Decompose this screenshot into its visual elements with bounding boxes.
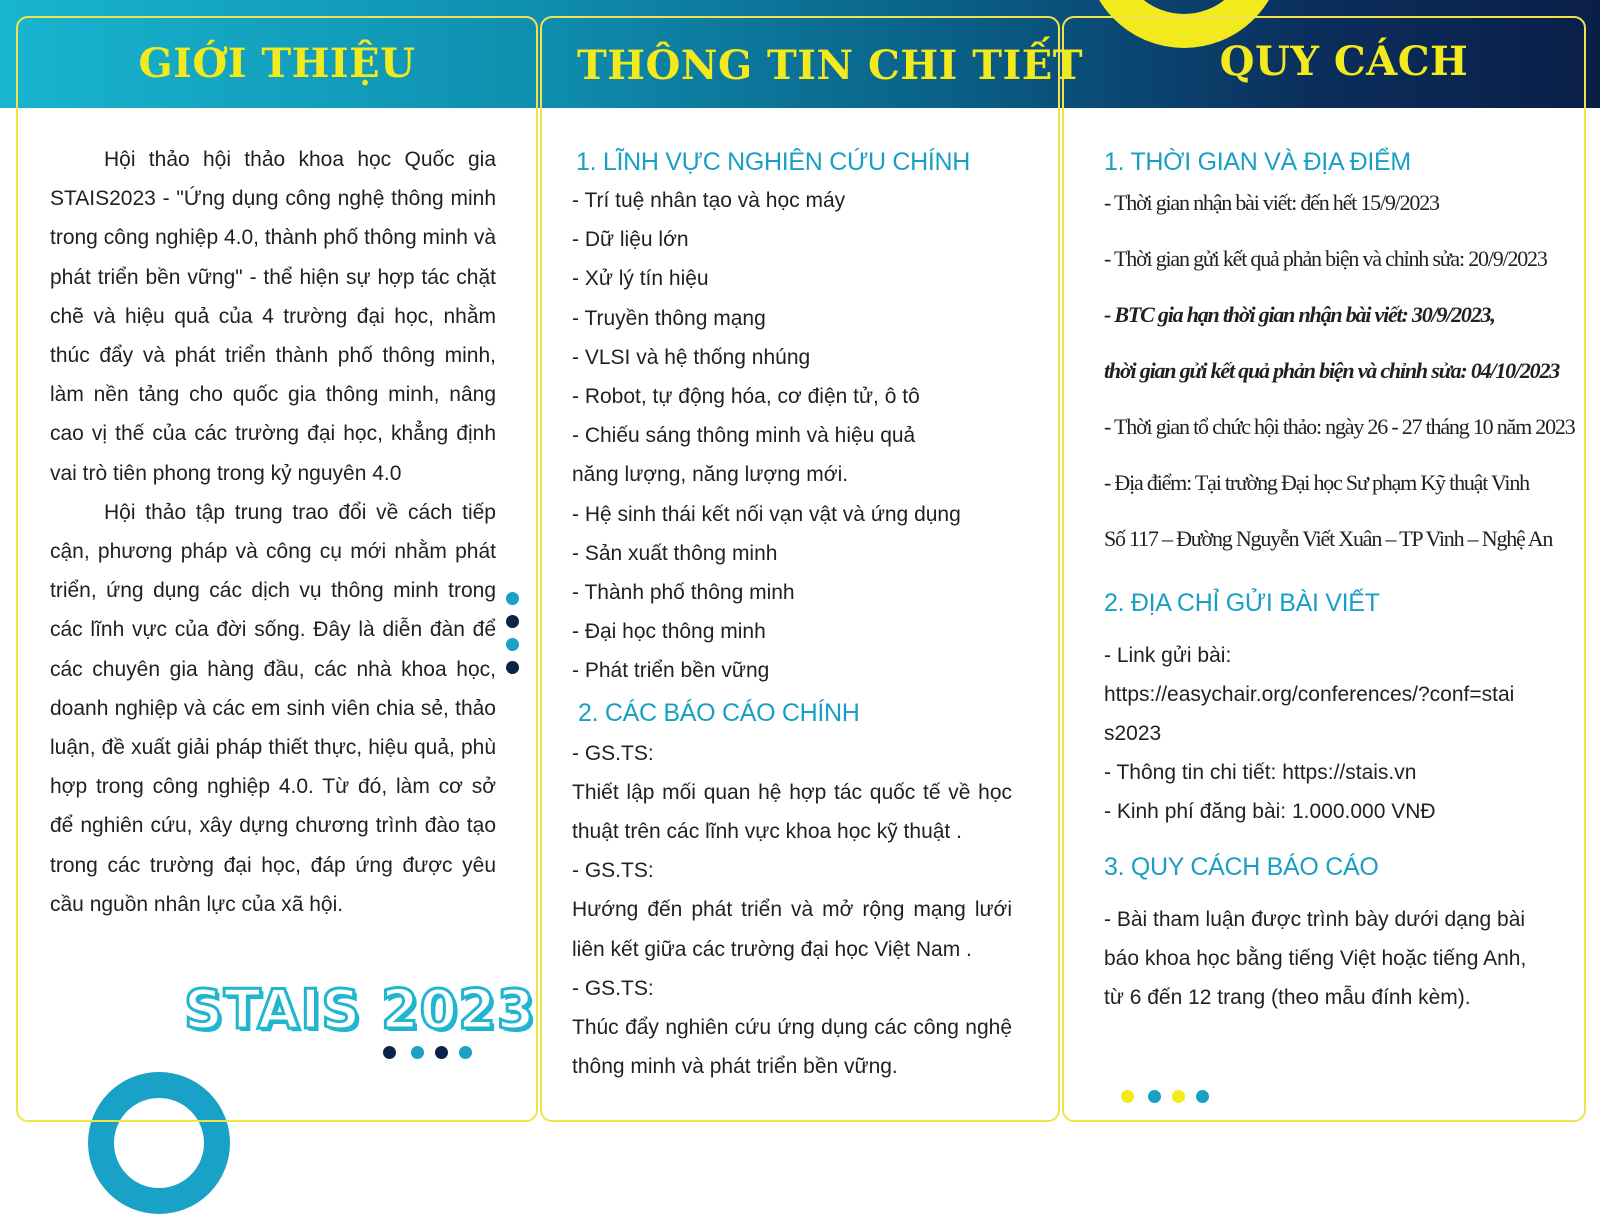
reports-list: - GS.TS: Thiết lập mối quan hệ hợp tác qu… xyxy=(572,734,1012,1087)
research-field-item: - Sản xuất thông minh xyxy=(572,541,778,565)
specs-title: QUY CÁCH xyxy=(1219,38,1469,85)
specs-panel: QUY CÁCH 1. THỜI GIAN VÀ ĐỊA ĐIỂM - Thời… xyxy=(1062,16,1586,1122)
details-body: 1. LĨNH VỰC NGHIÊN CỨU CHÍNH - Trí tuệ n… xyxy=(572,148,1012,1086)
intro-body: Hội thảo hội thảo khoa học Quốc gia STAI… xyxy=(50,140,496,924)
research-field-item: - Thành phố thông minh xyxy=(572,581,795,605)
details-panel: THÔNG TIN CHI TIẾT 1. LĨNH VỰC NGHIÊN CỨ… xyxy=(540,16,1083,1122)
research-field-item: - Dữ liệu lớn xyxy=(572,228,689,252)
decorative-dot xyxy=(1121,1090,1134,1103)
schedule-list: - Thời gian nhận bài viết: đến hết 15/9/… xyxy=(1104,175,1554,287)
section-heading: 1. LĨNH VỰC NGHIÊN CỨU CHÍNH xyxy=(576,148,971,176)
venue: - Địa điểm: Tại trường Đại học Sư phạm K… xyxy=(1104,470,1530,495)
research-field-item: - Truyền thông mạng xyxy=(572,306,766,330)
section-heading: 2. ĐỊA CHỈ GỬI BÀI VIẾT xyxy=(1104,589,1380,617)
submit-link[interactable]: https://easychair.org/conferences/?conf=… xyxy=(1104,675,1554,714)
submit-label: - Link gửi bài: xyxy=(1104,644,1232,667)
report-speaker: - GS.TS: xyxy=(572,741,654,765)
extension-notice: - BTC gia hạn thời gian nhận bài viết: 3… xyxy=(1104,302,1496,327)
report-speaker: - GS.TS: xyxy=(572,976,654,1000)
specs-body: 1. THỜI GIAN VÀ ĐỊA ĐIỂM - Thời gian nhậ… xyxy=(1104,148,1576,1017)
research-fields-list: - Trí tuệ nhân tạo và học máy - Dữ liệu l… xyxy=(572,181,1012,691)
report-speaker: - GS.TS: xyxy=(572,859,654,883)
section-heading: 3. QUY CÁCH BÁO CÁO xyxy=(1104,853,1379,881)
decorative-dot xyxy=(506,615,519,628)
format-text: - Bài tham luận được trình bày dưới dạng… xyxy=(1104,908,1527,1009)
research-field-item: - Xử lý tín hiệu xyxy=(572,267,709,291)
research-field-item: - Đại học thông minh xyxy=(572,620,766,644)
info-link[interactable]: - Thông tin chi tiết: https://stais.vn xyxy=(1104,753,1554,792)
research-field-item: - Chiếu sáng thông minh và hiệu quả xyxy=(572,424,916,448)
decorative-dot xyxy=(506,592,519,605)
decorative-dot xyxy=(506,661,519,674)
research-field-item: - Trí tuệ nhân tạo và học máy xyxy=(572,189,846,212)
research-field-item: - Hệ sinh thái kết nối vạn vật và ứng dụ… xyxy=(572,502,961,526)
stais-logo: STAIS 2023 xyxy=(182,977,536,1043)
decorative-dot xyxy=(1196,1090,1209,1103)
fee-text: - Kinh phí đăng bài: 1.000.000 VNĐ xyxy=(1104,800,1436,823)
decorative-dot xyxy=(435,1046,448,1059)
intro-title: GIỚI THIỆU xyxy=(138,40,416,87)
decorative-dot xyxy=(506,638,519,651)
report-topic: Thiết lập mối quan hệ hợp tác quốc tế về… xyxy=(572,780,1012,844)
section-heading: 1. THỜI GIAN VÀ ĐỊA ĐIỂM xyxy=(1104,148,1411,176)
extension-notice: thời gian gửi kết quả phản biện và chỉnh… xyxy=(1104,358,1560,383)
schedule-item: - Thời gian nhận bài viết: đến hết 15/9/… xyxy=(1104,190,1440,215)
intro-panel: GIỚI THIỆU Hội thảo hội thảo khoa học Qu… xyxy=(16,16,538,1122)
research-field-item: năng lượng, năng lượng mới. xyxy=(572,463,849,487)
report-topic: Hướng đến phát triển và mở rộng mạng lướ… xyxy=(572,898,1012,961)
decorative-dot xyxy=(383,1046,396,1059)
schedule-item: - Thời gian gửi kết quả phản biện và chỉ… xyxy=(1104,246,1548,271)
intro-paragraph: Hội thảo hội thảo khoa học Quốc gia STAI… xyxy=(50,148,497,485)
research-field-item: - VLSI và hệ thống nhúng xyxy=(572,345,811,369)
decorative-dot xyxy=(1172,1090,1185,1103)
research-field-item: - Phát triển bền vững xyxy=(572,659,770,683)
decorative-dot xyxy=(411,1046,424,1059)
details-title: THÔNG TIN CHI TIẾT xyxy=(576,42,1083,89)
submit-link[interactable]: s2023 xyxy=(1104,714,1554,753)
report-topic: Thúc đẩy nghiên cứu ứng dụng các công ng… xyxy=(572,1016,1012,1079)
intro-paragraph: Hội thảo tập trung trao đổi về cách tiếp… xyxy=(50,500,496,916)
research-field-item: - Robot, tự động hóa, cơ điện tử, ô tô xyxy=(572,385,920,409)
event-time: - Thời gian tổ chức hội thảo: ngày 26 - … xyxy=(1104,414,1576,439)
section-heading: 2. CÁC BÁO CÁO CHÍNH xyxy=(578,698,860,727)
decorative-dot xyxy=(1148,1090,1161,1103)
venue-address: Số 117 – Đường Nguyễn Viết Xuân – TP Vin… xyxy=(1104,526,1553,551)
decorative-dot xyxy=(459,1046,472,1059)
